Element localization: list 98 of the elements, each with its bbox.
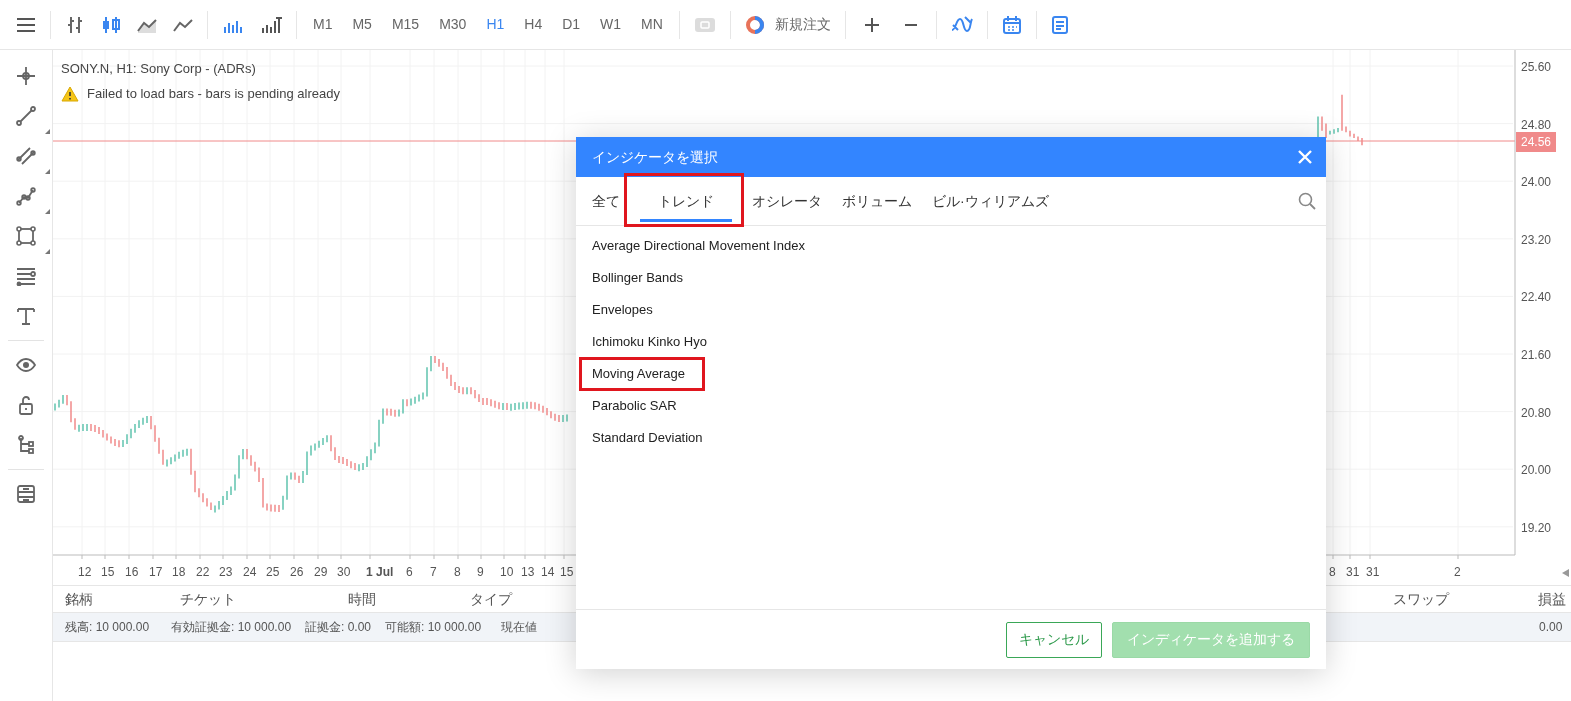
column-header: タイプ	[470, 589, 512, 609]
warning-message: Failed to load bars - bars is pending already	[87, 85, 340, 103]
text-icon	[16, 306, 36, 326]
time-axis-label: 14	[541, 564, 555, 581]
new-order-button[interactable]: 新規注文	[736, 6, 839, 43]
polyline-icon	[16, 186, 36, 206]
price-axis-label: 20.80	[1521, 404, 1552, 422]
account-summary-text: 現在値	[501, 619, 537, 636]
line-tool-icon	[16, 106, 36, 126]
search-icon	[1298, 192, 1316, 210]
timeframe-tab[interactable]: H4	[514, 6, 553, 43]
cancel-button[interactable]: キャンセル	[1006, 621, 1102, 658]
time-axis-label: 24	[243, 564, 257, 581]
time-axis-label: 7	[430, 564, 437, 581]
price-axis-label: 21.60	[1521, 347, 1552, 364]
price-axis-label: 19.20	[1521, 519, 1552, 537]
price-axis-label: 24.00	[1521, 174, 1552, 192]
eye-icon	[16, 355, 36, 375]
indicator-list-item[interactable]: Ichimoku Kinko Hyo	[592, 326, 707, 358]
time-axis-label: 8	[454, 564, 461, 581]
scroll-left-icon[interactable]	[1562, 569, 1569, 577]
indicator-list-item[interactable]: Envelopes	[592, 294, 653, 326]
account-summary-text: 証拠金: 0.00	[305, 619, 372, 636]
indicator-list-item[interactable]: Bollinger Bands	[592, 262, 684, 294]
column-header: 時間	[348, 589, 376, 609]
dialog-title: インジケータを選択	[592, 147, 718, 167]
time-axis-label: 18	[172, 564, 186, 581]
account-summary-text: 有効証拠金: 10 000.00	[171, 619, 292, 636]
time-axis-label: 6	[406, 564, 413, 581]
indicator-list-item[interactable]: Average Directional Movement Index	[592, 230, 805, 262]
timeframe-tab[interactable]: W1	[590, 6, 632, 43]
category-tab[interactable]: オシレータ	[742, 176, 832, 226]
close-icon	[1298, 150, 1312, 164]
time-axis-label: 25	[266, 564, 280, 581]
column-header: 銘柄	[65, 589, 93, 609]
close-button[interactable]	[1298, 150, 1312, 164]
time-axis-label: 15	[560, 564, 574, 581]
timeframe-tab[interactable]: M1	[303, 6, 343, 43]
account-summary-text: 可能額: 10 000.00	[385, 619, 482, 636]
time-axis-label: 31	[1366, 564, 1380, 581]
warning-icon	[61, 85, 79, 102]
layers-icon	[16, 484, 36, 504]
timeframe-tab[interactable]: D1	[552, 6, 591, 43]
calendar-icon	[1001, 14, 1022, 35]
price-axis-label: 25.60	[1521, 59, 1552, 76]
plus-icon	[863, 16, 880, 33]
indicator-list-item[interactable]: Moving Average	[592, 358, 685, 390]
time-axis-label: 16	[125, 564, 139, 581]
time-axis-label: 8	[1329, 564, 1336, 581]
category-tab[interactable]: ビル·ウィリアムズ	[922, 176, 1059, 226]
category-tab[interactable]: トレンド	[630, 176, 742, 226]
time-axis-label: 2	[1454, 564, 1461, 581]
price-axis-label: 24.80	[1521, 116, 1552, 134]
category-tab[interactable]: ボリューム	[832, 176, 922, 226]
parallel-lines-icon	[16, 146, 36, 166]
timeframe-tab[interactable]: H1	[476, 6, 515, 43]
timeframe-tab[interactable]: M30	[429, 6, 477, 43]
minus-icon	[903, 23, 918, 26]
search-button[interactable]	[1298, 192, 1316, 210]
category-tab[interactable]: 全て	[582, 176, 630, 226]
timeframe-tab[interactable]: M5	[342, 6, 382, 43]
rectangle-icon	[16, 226, 36, 246]
document-icon	[1050, 14, 1069, 35]
timeframe-tab[interactable]: MN	[631, 6, 673, 43]
current-price-label: 24.56	[1516, 132, 1557, 152]
time-axis-label: 31	[1346, 564, 1360, 581]
profit-total: 0.00	[1539, 619, 1563, 636]
time-axis-label: 12	[78, 564, 92, 581]
toggle-icon	[693, 16, 716, 33]
price-axis-label: 23.20	[1521, 231, 1552, 249]
time-axis-label: 22	[196, 564, 210, 581]
timeframe-tab[interactable]: M15	[381, 6, 430, 43]
unlocked-lock-icon	[16, 395, 36, 415]
time-axis-label: 17	[149, 564, 163, 581]
indicator-wave-icon	[950, 14, 973, 35]
time-axis-label: 23	[219, 564, 233, 581]
indicator-list-item[interactable]: Standard Deviation	[592, 422, 703, 454]
column-header: チケット	[180, 589, 236, 609]
time-axis-label: 1 Jul	[366, 564, 394, 581]
clock-logo-icon	[744, 14, 765, 35]
column-header: 損益	[1538, 589, 1566, 609]
price-axis-label: 20.00	[1521, 462, 1552, 480]
time-axis-label: 10	[500, 564, 514, 581]
crosshair-icon	[16, 66, 36, 86]
horizontal-lines-icon	[16, 266, 36, 286]
price-axis-label: 22.40	[1521, 289, 1552, 307]
time-axis-label: 9	[477, 564, 484, 581]
time-axis-label: 30	[337, 564, 351, 581]
time-axis-label: 26	[290, 564, 304, 581]
time-axis-label: 13	[521, 564, 535, 581]
account-summary-text: 残高: 10 000.00	[65, 619, 150, 636]
tree-icon	[16, 435, 36, 455]
indicator-list-item[interactable]: Parabolic SAR	[592, 390, 677, 422]
chart-title: SONY.N, H1: Sony Corp - (ADRs)	[61, 60, 256, 78]
time-axis-label: 29	[314, 564, 328, 581]
time-axis-label: 15	[101, 564, 115, 581]
column-header: スワップ	[1393, 589, 1449, 609]
menu-icon	[16, 16, 36, 33]
